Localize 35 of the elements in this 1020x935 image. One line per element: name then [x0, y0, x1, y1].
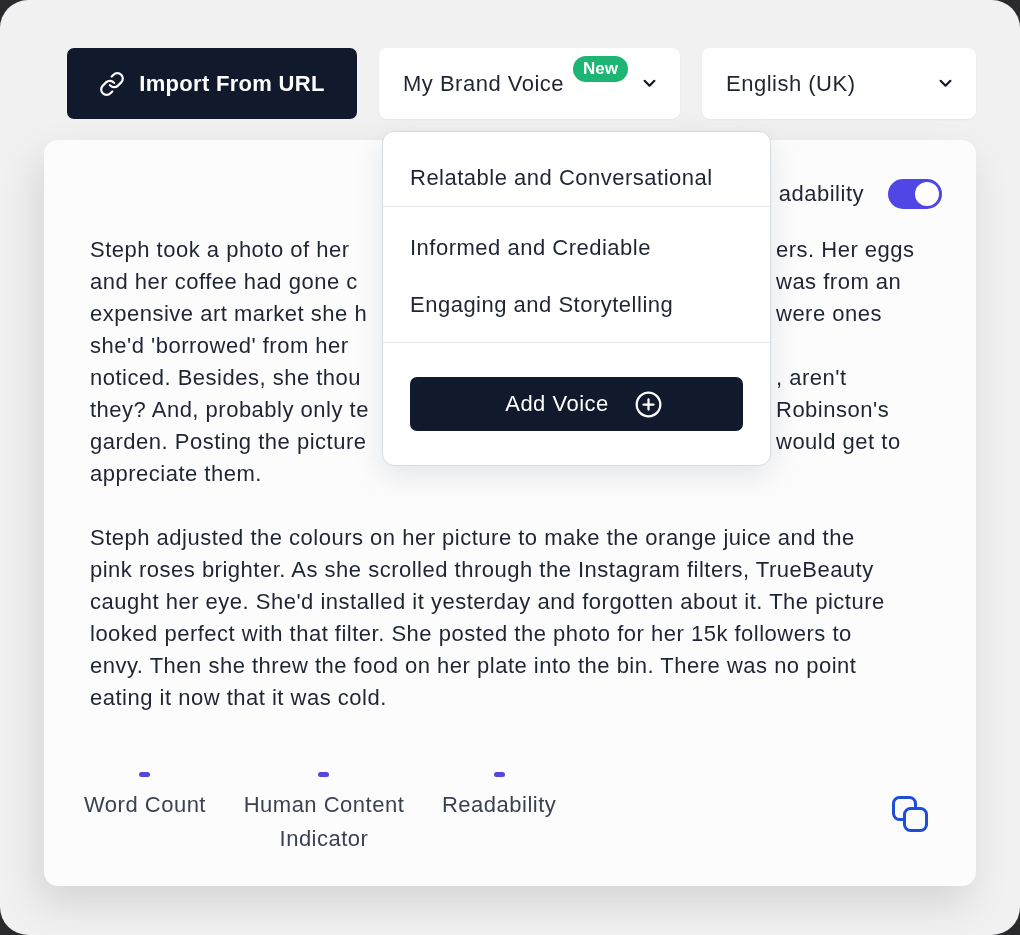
add-voice-button[interactable]: Add Voice [410, 377, 743, 431]
menu-item[interactable]: Informed and Crediable [383, 219, 770, 276]
paragraph-fragment: were ones [776, 300, 883, 328]
metric-label: Readability [442, 791, 557, 819]
paragraph-fragment: and her coffee had gone c [90, 268, 359, 296]
paragraph-fragment: Steph took a photo of her [90, 236, 351, 264]
menu-item[interactable]: Engaging and Storytelling [383, 276, 770, 333]
import-url-button[interactable]: Import From URL [67, 48, 357, 119]
paragraph-fragment: would get to [776, 428, 902, 456]
paragraph-fragment: was from an [776, 268, 903, 296]
paragraph-fragment: expensive art market she h [90, 300, 369, 328]
copy-icon[interactable] [892, 796, 930, 832]
paragraph: Steph adjusted the colours on her picture to make the orange juice and the pink roses brighter. As she scrolled through the Instagram filters, TrueBeauty caught her eye. She'd installed it yesterday and forgotten about it. The picture looked perfect with that filter. She posted the photo for her 15k followers to envy. Then she threw the food on her plate into the bin. There was no point eating it now that it was cold. [90, 524, 886, 712]
dash-icon [493, 772, 505, 777]
metric-label: Word Count [84, 791, 206, 819]
toggle-label: adability [778, 181, 864, 207]
paragraph-fragment: ers. Her eggs [776, 236, 916, 264]
paragraph-fragment: appreciate them. [90, 460, 263, 488]
plus-circle-icon [634, 390, 662, 418]
new-badge: New [573, 56, 628, 82]
toggle-switch[interactable] [888, 179, 942, 209]
paragraph-fragment: they? And, probably only te [90, 396, 370, 424]
paragraph-fragment: noticed. Besides, she thou [90, 364, 363, 392]
menu-item[interactable]: Relatable and Conversational [383, 162, 770, 194]
paragraph-fragment: garden. Posting the picture [90, 428, 368, 456]
paragraph-fragment: , aren't [776, 364, 848, 392]
dash-icon [139, 772, 151, 777]
metric-label: Human Content Indicator [242, 791, 406, 853]
paragraph-fragment: Robinson's [776, 396, 891, 424]
chevron-down-icon [643, 79, 656, 88]
language-dropdown[interactable]: English (UK) [702, 48, 976, 119]
paragraph-fragment: she'd 'borrowed' from her [90, 332, 350, 360]
chevron-down-icon [939, 79, 952, 88]
dash-icon [318, 772, 330, 777]
link-icon [99, 70, 126, 97]
